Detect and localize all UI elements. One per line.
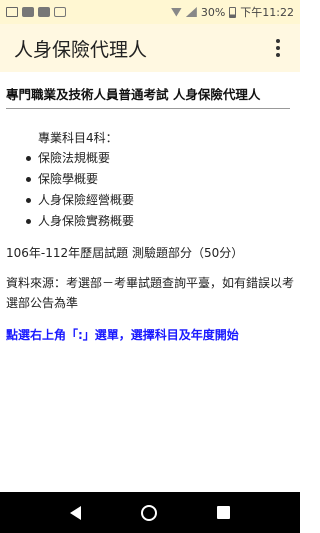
app-title: 人身保險代理人 xyxy=(14,38,148,61)
main-content: 專門職業及技術人員普通考試 人身保險代理人 專業科目4科： 保險法規概要 保險學… xyxy=(0,72,300,492)
subject-label: 保險學概要 xyxy=(38,172,99,186)
usage-hint: 點選右上角「:」選單，選擇科目及年度開始 xyxy=(6,328,239,342)
clock: 下午11:22 xyxy=(240,6,294,19)
exam-title: 專門職業及技術人員普通考試 人身保險代理人 xyxy=(6,87,261,102)
list-item: 人身保險經營概要 xyxy=(26,190,294,211)
app-bar: 人身保險代理人 xyxy=(0,24,300,72)
list-item: 保險學概要 xyxy=(26,169,294,190)
overflow-menu-icon[interactable] xyxy=(270,36,286,60)
list-item: 保險法規概要 xyxy=(26,148,294,169)
status-bar: 30% 下午11:22 xyxy=(0,0,300,24)
notification-icons xyxy=(6,7,66,17)
navigation-bar xyxy=(0,492,300,533)
subject-label: 人身保險經營概要 xyxy=(38,193,135,207)
signal-icon xyxy=(185,7,197,17)
list-item: 人身保險實務概要 xyxy=(26,211,294,232)
subject-list: 保險法規概要 保險學概要 人身保險經營概要 人身保險實務概要 xyxy=(26,148,294,232)
subjects-header: 專業科目4科： xyxy=(38,131,118,145)
wifi-icon xyxy=(170,7,182,17)
mail-icon xyxy=(6,7,18,17)
image-icon xyxy=(22,7,34,17)
bullet-icon xyxy=(26,219,31,224)
bullet-icon xyxy=(26,198,31,203)
pulse-icon xyxy=(54,7,66,17)
back-icon[interactable] xyxy=(70,505,81,520)
divider xyxy=(6,108,290,109)
bullet-icon xyxy=(26,177,31,182)
photo-icon xyxy=(38,7,50,17)
bullet-icon xyxy=(26,156,31,161)
home-icon[interactable] xyxy=(141,504,157,521)
battery-percent: 30% xyxy=(200,5,226,19)
system-icons: 30% 下午11:22 xyxy=(170,4,294,20)
exam-range: 106年-112年歷屆試題 測驗題部分（50分） xyxy=(6,246,244,260)
battery-icon xyxy=(229,6,237,18)
subject-label: 人身保險實務概要 xyxy=(38,214,135,228)
data-source: 資料來源：考選部－考畢試題查詢平臺，如有錯誤以考選部公告為準 xyxy=(6,276,295,310)
recents-icon[interactable] xyxy=(217,506,230,519)
subject-label: 保險法規概要 xyxy=(38,151,111,165)
